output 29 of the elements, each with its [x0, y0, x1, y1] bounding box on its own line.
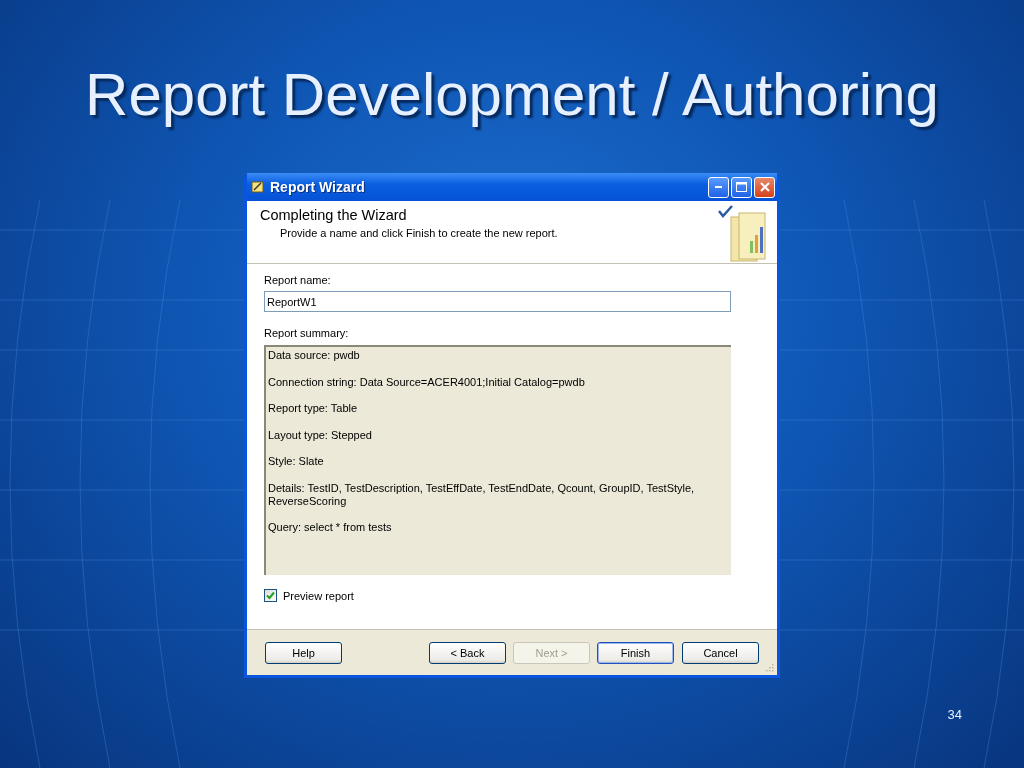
wizard-button[interactable]: Finish [597, 641, 674, 664]
wizard-button[interactable]: Cancel [682, 641, 759, 664]
close-icon [759, 182, 770, 192]
close-button[interactable] [754, 176, 775, 198]
slide-title: Report Development / Authoring [85, 60, 939, 129]
summary-line: Report type: Table [268, 402, 359, 415]
summary-line: Query: select * from tests [268, 521, 393, 534]
report-name-label: Report name: [264, 274, 332, 286]
window-title: Report Wizard [270, 179, 366, 195]
maximize-button[interactable] [731, 176, 752, 198]
wizard-button[interactable]: Help [265, 641, 342, 664]
report-summary-label: Report summary: [264, 327, 350, 339]
wizard-button[interactable]: < Back [429, 641, 506, 664]
preview-label: Preview report [283, 589, 354, 602]
wizard-icon [251, 180, 265, 194]
header-subtitle: Provide a name and click Finish to create the new report. [280, 227, 559, 239]
report-name-field[interactable]: ReportW1 [264, 291, 731, 312]
summary-line: Layout type: Stepped [268, 428, 373, 442]
header-title: Completing the Wizard [260, 207, 408, 223]
summary-line: Connection string: Data Source=ACER4001;Initial Catalog=pwdb [268, 375, 586, 389]
summary-line: Details: TestID, TestDescription, TestEffDate, TestEndDate, Qcount, GroupID, TestStyle, ReverseScoring [268, 481, 696, 508]
summary-line: Data source: pwdb [268, 349, 361, 362]
summary-line: Style: Slate [268, 455, 325, 468]
minimize-icon [714, 185, 723, 189]
minimize-button[interactable] [708, 176, 729, 198]
maximize-icon [736, 182, 747, 192]
page-number: 34 [947, 707, 962, 722]
resize-grip-icon[interactable] [764, 662, 774, 672]
preview-checkbox[interactable] [264, 589, 277, 602]
